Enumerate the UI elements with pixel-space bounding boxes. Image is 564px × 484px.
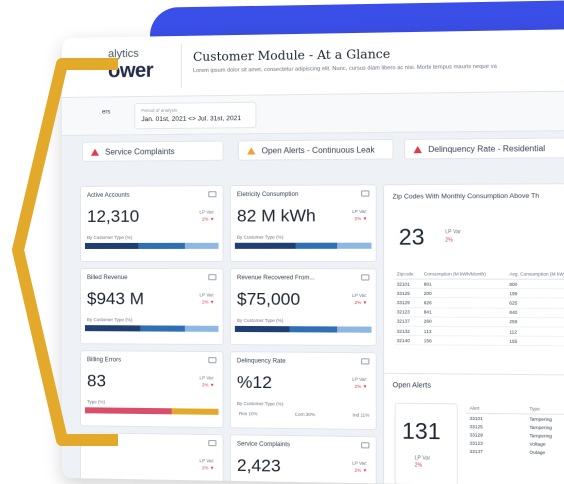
gold-hexagon-frame — [12, 58, 118, 446]
promo-stage: alytics ower Customer Module - At a Glan… — [0, 0, 564, 484]
